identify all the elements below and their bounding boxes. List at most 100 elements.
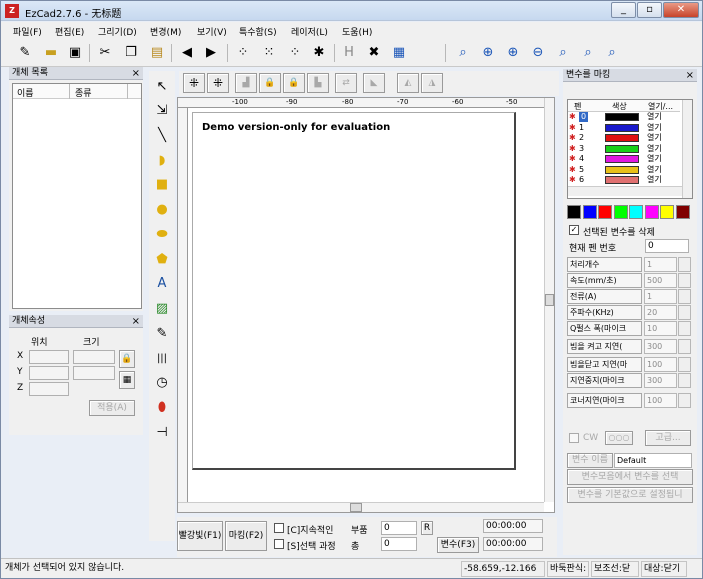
param-spinner[interactable] — [678, 289, 691, 304]
group-icon[interactable]: ⁜ — [183, 73, 205, 93]
mirror-vertical-icon[interactable]: ◮ — [421, 73, 443, 93]
param-value[interactable]: 1 — [644, 289, 677, 304]
position-x-field[interactable] — [29, 350, 69, 364]
reset-count-button[interactable]: R — [421, 521, 433, 535]
mark-button[interactable]: 마킹(F2) — [225, 521, 267, 551]
node-tool-icon[interactable]: ⇲ — [152, 101, 172, 121]
param-spinner[interactable] — [678, 257, 691, 272]
horizontal-scrollbar[interactable] — [178, 502, 544, 512]
param-value[interactable]: 300 — [644, 373, 677, 388]
param-value[interactable]: 300 — [644, 339, 677, 354]
position-z-field[interactable] — [29, 382, 69, 396]
vertical-scrollbar[interactable] — [544, 98, 554, 502]
text-tool-icon[interactable]: A — [152, 274, 172, 294]
input-port-tool-icon[interactable]: ⬮ — [152, 398, 172, 418]
anchor-grid-icon[interactable]: ▦ — [119, 371, 135, 389]
position-y-field[interactable] — [29, 366, 69, 380]
save-icon[interactable]: ▣ — [65, 44, 85, 62]
menu-file[interactable]: 파일(F) — [13, 25, 42, 38]
parameters-icon[interactable]: ▦ — [389, 44, 409, 62]
redo-icon[interactable]: ▶ — [201, 44, 221, 62]
palette-swatch[interactable] — [629, 205, 643, 219]
object-properties-close-icon[interactable]: × — [132, 315, 140, 328]
ungroup-icon[interactable]: ⁜ — [207, 73, 229, 93]
drawing-canvas[interactable]: -100 -90 -80 -70 -60 -50 Demo version-on… — [177, 97, 555, 513]
menu-help[interactable]: 도움(H) — [342, 25, 372, 38]
pen-list-hscrollbar[interactable] — [568, 186, 682, 196]
output-port-tool-icon[interactable]: ⊣ — [152, 423, 172, 443]
delete-selected-checkbox[interactable]: ✓ — [569, 225, 579, 235]
menu-view[interactable]: 보기(V) — [197, 25, 227, 38]
ellipse-tool-icon[interactable]: ⬬ — [152, 225, 172, 245]
param-spinner[interactable] — [678, 321, 691, 336]
rectangle-tool-icon[interactable]: ■ — [152, 175, 172, 195]
vector-file-tool-icon[interactable]: ✎ — [152, 324, 172, 344]
marking-panel-close-icon[interactable]: × — [686, 69, 694, 82]
pen-row[interactable]: ✱ 6 열기 — [569, 175, 685, 185]
param-value[interactable]: 20 — [644, 305, 677, 320]
unlock-all-icon[interactable]: ▙ — [307, 73, 329, 93]
node-break-icon[interactable]: ✱ — [309, 44, 329, 62]
param-spinner[interactable] — [678, 393, 691, 408]
size-y-field[interactable] — [73, 366, 115, 380]
mirror-horizontal-icon[interactable]: ◭ — [397, 73, 419, 93]
pen-row[interactable]: ✱ 1 열기 — [569, 123, 685, 133]
maximize-button[interactable]: ▫ — [637, 2, 662, 18]
param-value[interactable]: 100 — [644, 357, 677, 372]
new-file-icon[interactable]: ✎ — [15, 44, 35, 62]
curve-tool-icon[interactable]: ◗ — [152, 151, 172, 171]
param-spinner[interactable] — [678, 357, 691, 372]
red-light-button[interactable]: 빨강빛(F1) — [177, 521, 223, 551]
lock-icon[interactable]: 🔒 — [259, 73, 281, 93]
advanced-button[interactable]: 고급... — [645, 430, 691, 446]
palette-swatch[interactable] — [675, 205, 690, 219]
menu-laser[interactable]: 레이저(L) — [291, 25, 328, 38]
menu-modify[interactable]: 변경(M) — [150, 25, 181, 38]
combine-icon[interactable]: ▟ — [235, 73, 257, 93]
column-name-header[interactable]: 이름 — [17, 86, 34, 99]
param-value[interactable]: 100 — [644, 393, 677, 408]
param-value[interactable]: 10 — [644, 321, 677, 336]
total-count-field[interactable]: 0 — [381, 537, 417, 551]
parameter-button[interactable]: 변수(F3) — [437, 537, 479, 553]
column-type-header[interactable]: 종류 — [75, 86, 92, 99]
param-spinner[interactable] — [678, 373, 691, 388]
circle-tool-icon[interactable]: ● — [152, 200, 172, 220]
selected-only-checkbox[interactable] — [274, 539, 284, 549]
node-edit-icon[interactable]: ⁘ — [233, 44, 253, 62]
param-name-field[interactable]: Default — [614, 453, 692, 468]
close-button[interactable]: ✕ — [663, 2, 699, 18]
zoom-window-icon[interactable]: ⊕ — [503, 44, 523, 62]
cw-checkbox[interactable] — [569, 433, 579, 443]
node-add-icon[interactable]: ⁙ — [259, 44, 279, 62]
param-value[interactable]: 1 — [644, 257, 677, 272]
open-folder-icon[interactable]: ▬ — [41, 44, 61, 62]
align-icon[interactable]: H — [339, 44, 359, 62]
palette-swatch[interactable] — [582, 205, 597, 219]
palette-swatch[interactable] — [598, 205, 612, 219]
zoom-all-icon[interactable]: ⌕ — [553, 44, 573, 62]
palette-swatch[interactable] — [613, 205, 628, 219]
zoom-selected-icon[interactable]: ⌕ — [578, 44, 598, 62]
reverse-icon[interactable]: ⇄ — [335, 73, 357, 93]
param-spinner[interactable] — [678, 305, 691, 320]
polygon-tool-icon[interactable]: ⬟ — [152, 250, 172, 270]
unlock-icon[interactable]: 🔒 — [283, 73, 305, 93]
pen-row[interactable]: ✱ 5 열기 — [569, 165, 685, 175]
title-bar[interactable]: Z EzCad2.7.6 - 无标题 _ ▫ ✕ — [1, 1, 702, 21]
state-column-header[interactable]: 열기/... — [648, 101, 673, 112]
default-param-button[interactable]: 변수를 기본값으로 설정됩니 — [567, 487, 693, 503]
pen-column-header[interactable]: 펜 — [574, 101, 581, 112]
load-param-button[interactable]: 변수모음에서 변수를 선택 — [567, 469, 693, 485]
bitmap-tool-icon[interactable]: ▨ — [152, 299, 172, 319]
palette-swatch[interactable] — [644, 205, 659, 219]
rotate-icon[interactable]: ◣ — [363, 73, 385, 93]
menu-edit[interactable]: 편집(E) — [55, 25, 84, 38]
cut-icon[interactable]: ✂ — [95, 44, 115, 62]
zoom-in-icon[interactable]: ⊕ — [478, 44, 498, 62]
object-list-table[interactable]: 이름 종류 — [12, 83, 142, 309]
current-pen-field[interactable]: 0 — [645, 239, 689, 253]
param-spinner[interactable] — [678, 339, 691, 354]
param-spinner[interactable] — [678, 273, 691, 288]
zoom-icon[interactable]: ⌕ — [453, 44, 473, 62]
